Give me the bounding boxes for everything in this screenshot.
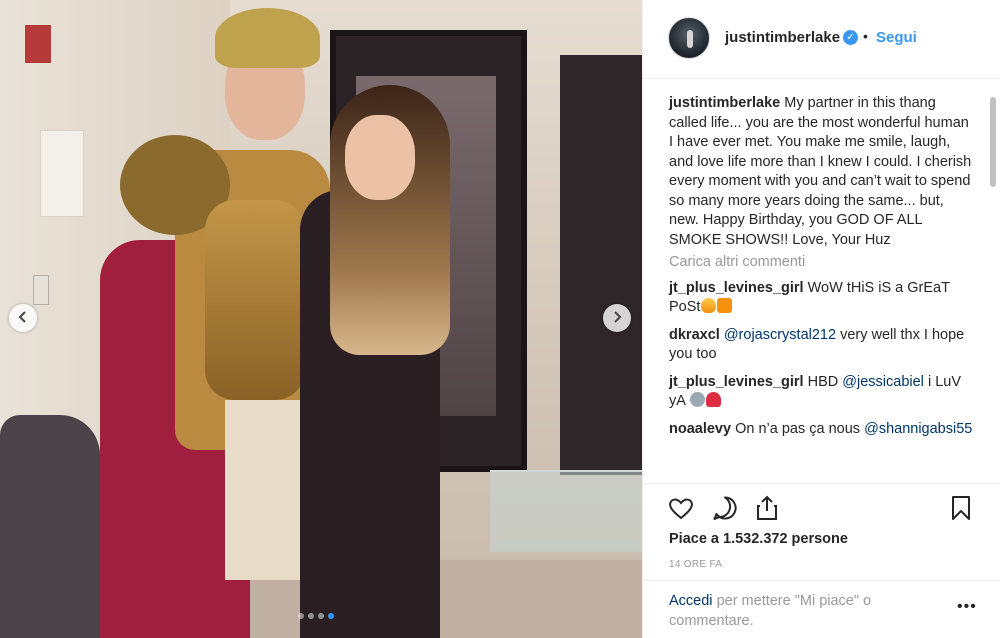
comment-item: dkraxcl @rojascrystal212 very well thx I… [669,326,974,365]
post-timestamp: 14 ORE FA [669,559,723,570]
actions-divider [643,483,1000,484]
login-divider [643,580,1000,581]
comment-mention[interactable]: @jessicabiel [842,374,924,390]
comment-text-prefix: HBD [807,373,839,390]
post-photo[interactable] [0,0,642,638]
photo-wall-outlet [33,275,49,305]
caption-text: My partner in this thang called life... … [669,95,972,248]
comment-mention[interactable]: @rojascrystal212 [724,327,836,343]
carousel-dot[interactable] [298,613,304,619]
fire-emoji-icon [701,298,717,313]
follow-button[interactable]: Segui [876,29,917,46]
photo-tunic [225,400,305,580]
photo-glass-table [490,470,642,552]
heart-icon[interactable] [667,494,695,522]
verified-badge-icon: ✓ [843,30,858,45]
mouse-face-emoji-icon [690,392,706,407]
anger-symbol-emoji-icon [717,298,733,313]
post-caption: justintimberlake My partner in this than… [669,94,974,250]
header-separator: • [863,28,868,44]
chevron-left-icon [18,310,28,326]
comment-username[interactable]: dkraxcl [669,327,720,343]
caption-username[interactable]: justintimberlake [669,95,780,111]
photo-woman-face [345,115,415,200]
carousel-dot[interactable] [308,613,314,619]
comment-text: On n’a pas ça nous [735,420,861,437]
photo-laurel-wreath [215,8,320,68]
comment-item: jt_plus_levines_girl HBD @jessicabiel i … [669,373,974,412]
more-options-icon[interactable]: ••• [957,598,977,616]
likes-count[interactable]: Piace a 1.532.372 persone [669,531,848,547]
comments-scrollbar[interactable] [990,97,996,187]
comment-bubble-icon[interactable] [711,494,739,522]
load-more-comments-button[interactable]: Carica altri commenti [669,253,974,273]
photo-gold-breastplate [205,200,305,400]
photo-exit-sign [25,25,51,63]
mushroom-emoji-icon [706,392,722,407]
carousel-prev-button[interactable] [9,304,37,332]
bookmark-icon[interactable] [947,494,975,522]
login-prompt: Accedi per mettere "Mi piace" o commenta… [669,592,929,631]
comment-username[interactable]: jt_plus_levines_girl [669,374,804,390]
instagram-post: justintimberlake ✓ • Segui justintimberl… [0,0,1000,638]
comment-mention[interactable]: @shannigabsi55 [864,421,972,437]
comment-item: noaalevy On n’a pas ça nous @shannigabsi… [669,420,974,440]
post-actions [667,494,977,524]
login-link[interactable]: Accedi [669,593,713,609]
chevron-right-icon [612,310,622,326]
carousel-dot[interactable] [328,613,334,619]
author-username[interactable]: justintimberlake [725,29,840,46]
comment-username[interactable]: noaalevy [669,421,731,437]
comments-list: justintimberlake My partner in this than… [669,94,974,447]
author-avatar[interactable] [668,17,710,59]
post-side-panel: justintimberlake ✓ • Segui justintimberl… [642,0,1000,638]
comment-username[interactable]: jt_plus_levines_girl [669,280,804,296]
carousel-dot[interactable] [318,613,324,619]
carousel-dots [298,613,334,619]
post-header: justintimberlake ✓ • Segui [643,0,1000,79]
photo-wall-poster [40,130,84,217]
photo-chair [0,415,100,638]
photo-door-frame [560,55,642,475]
carousel-next-button[interactable] [603,304,631,332]
share-icon[interactable] [753,494,781,522]
comment-item: jt_plus_levines_girl WoW tHiS iS a GrEaT… [669,279,974,318]
